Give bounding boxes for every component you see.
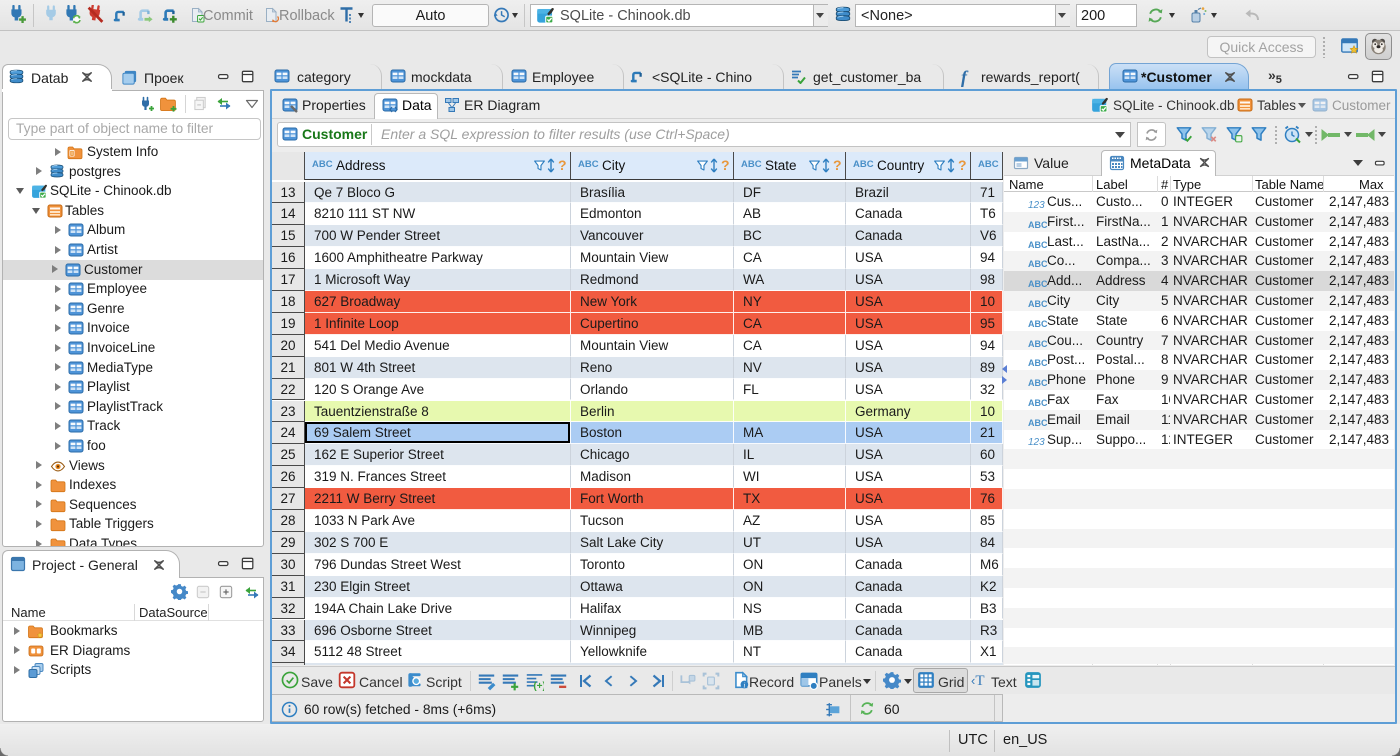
svg-text:(+): (+) <box>533 681 544 691</box>
svg-text:i: i <box>743 680 745 689</box>
